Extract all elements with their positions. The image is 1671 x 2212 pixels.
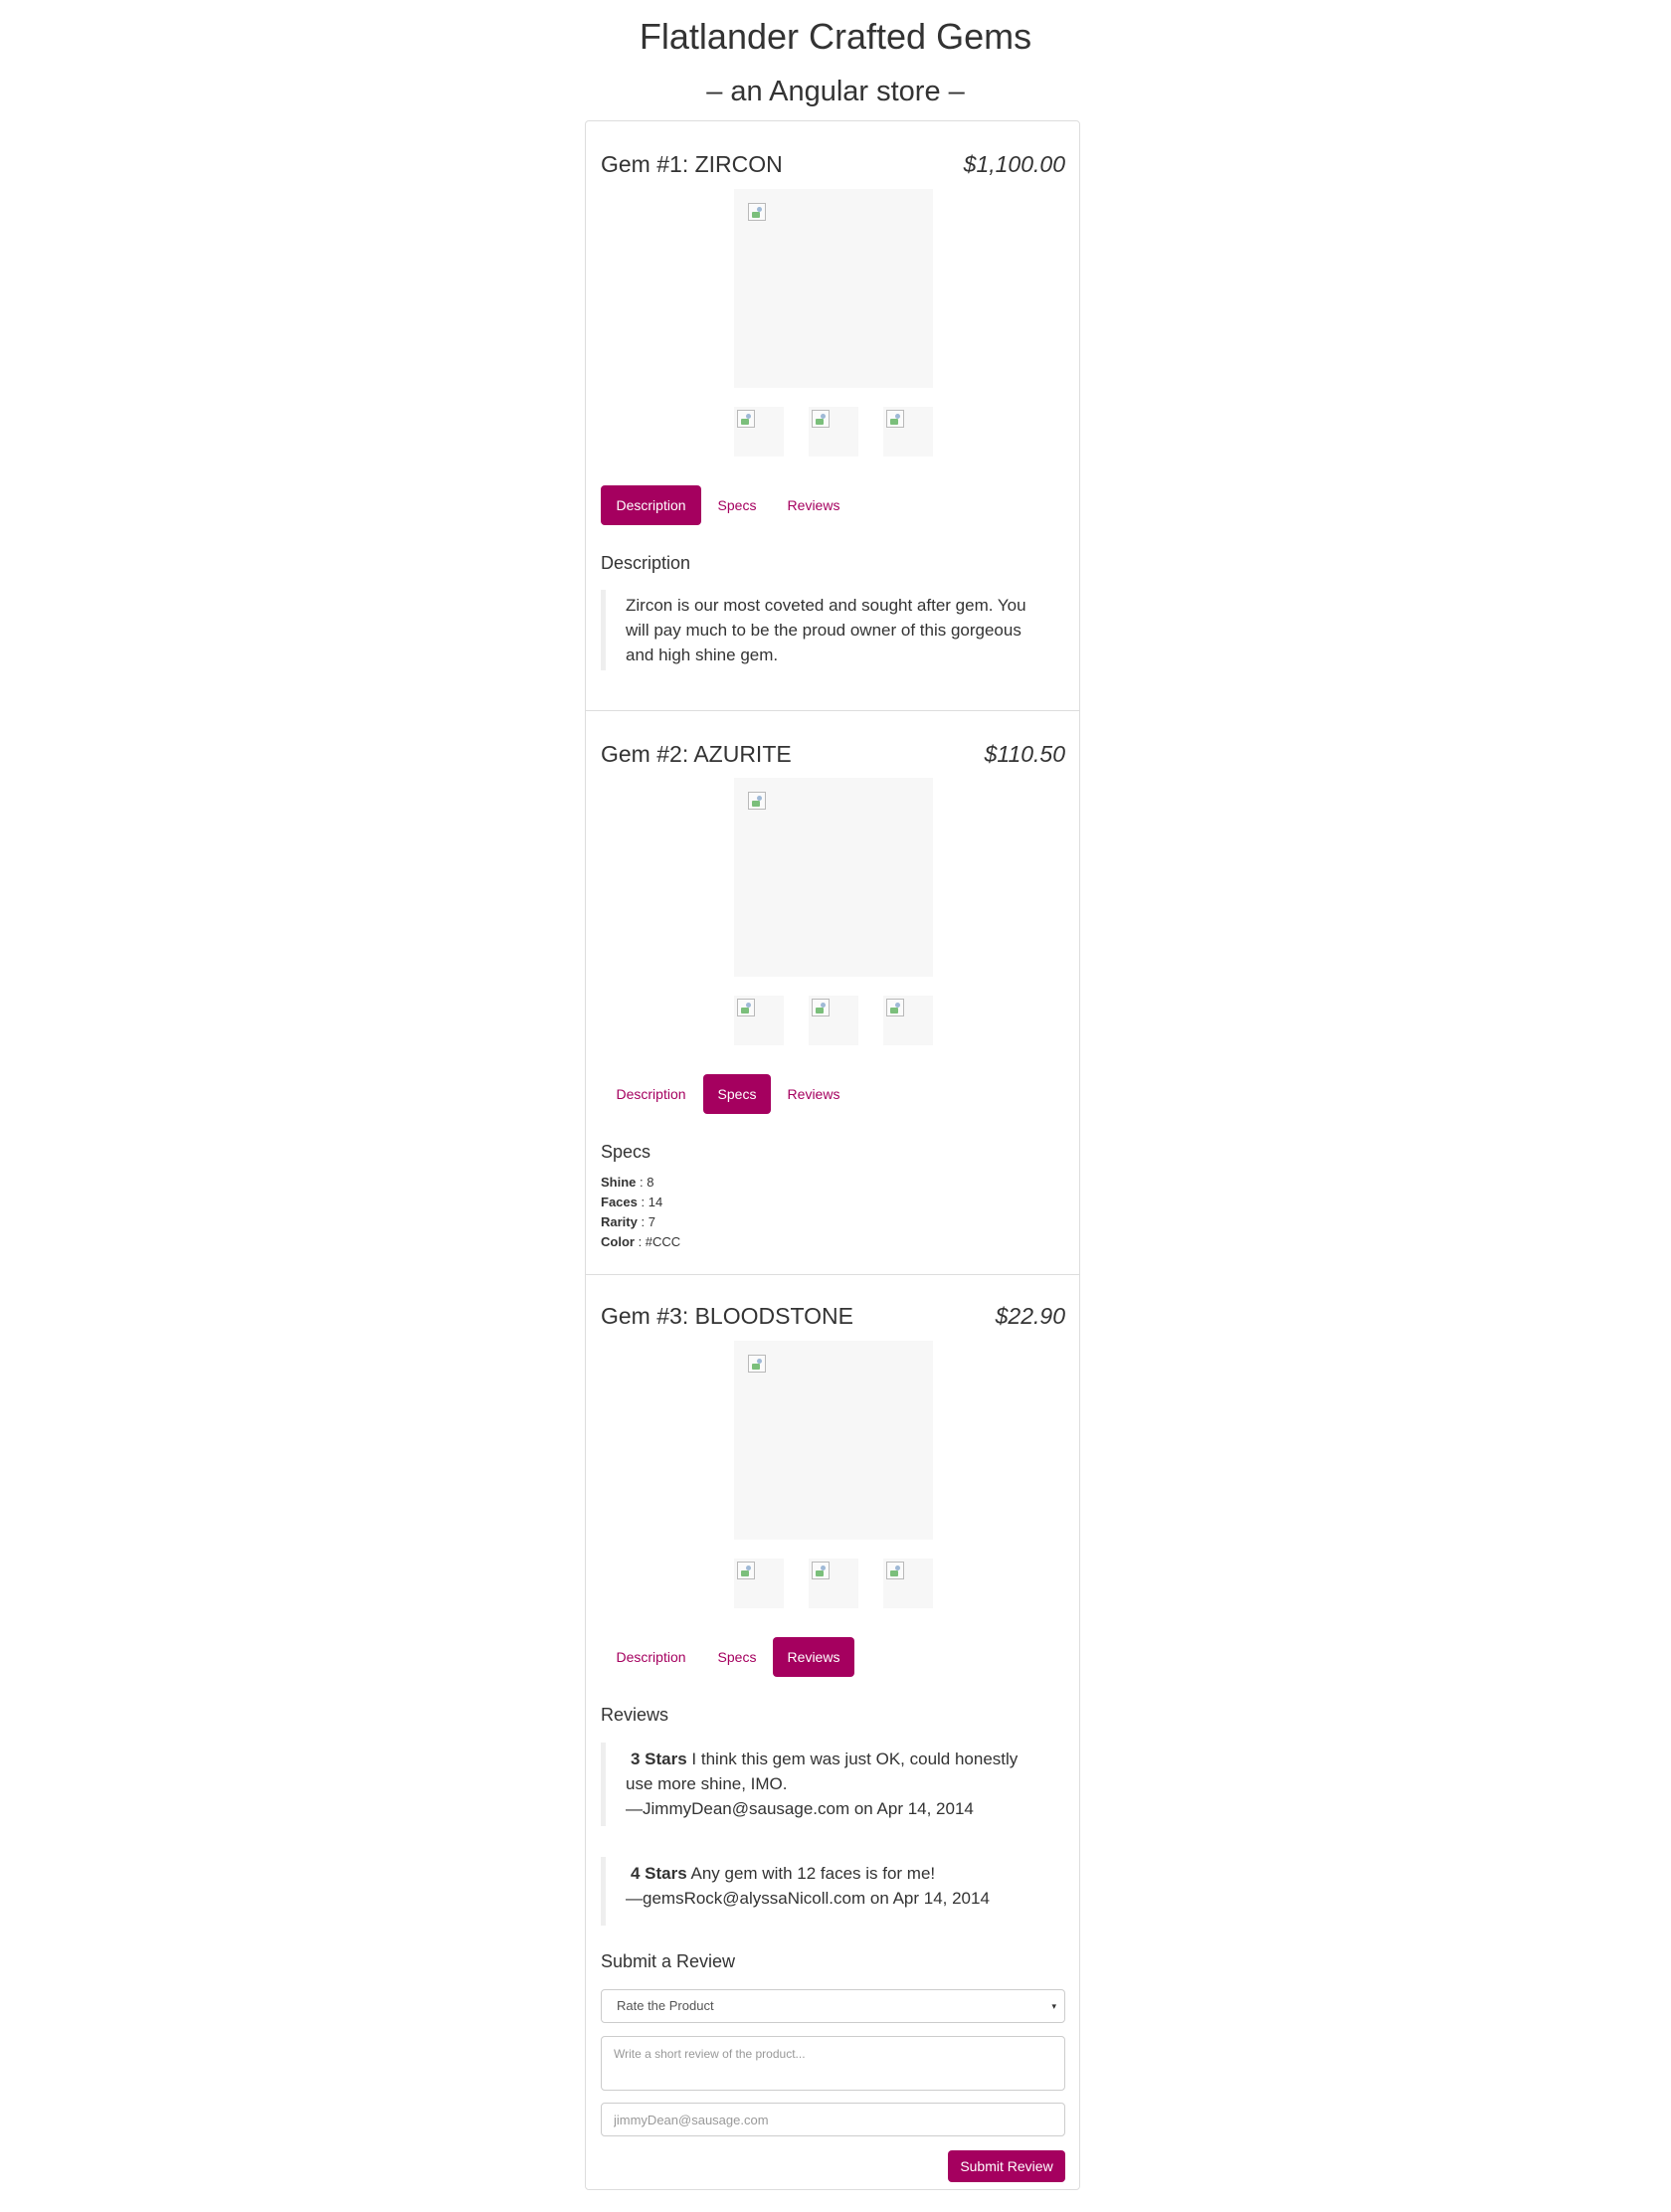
review-form-heading: Submit a Review — [601, 1951, 736, 1971]
review-item: 4 Stars Any gem with 12 faces is for me!… — [601, 1857, 1038, 1926]
product-title: Gem #2: AZURITE — [601, 741, 792, 767]
gallery-thumbnail[interactable] — [883, 407, 933, 457]
gallery-main-image — [734, 778, 933, 977]
gallery-thumbnail[interactable] — [883, 1559, 933, 1608]
submit-review-button[interactable]: Submit Review — [948, 2150, 1065, 2182]
rating-select-value: Rate the Product — [617, 1998, 714, 2013]
gallery-thumbnail[interactable] — [734, 407, 784, 457]
tab-description[interactable]: Description — [601, 485, 701, 525]
spec-label: Rarity — [601, 1214, 638, 1229]
email-field[interactable] — [601, 2103, 1065, 2136]
gallery-main-image — [734, 189, 933, 388]
broken-image-icon — [737, 1562, 755, 1579]
review-byline: —gemsRock@alyssaNicoll.com on Apr 14, 20… — [626, 1889, 990, 1908]
product-price: $1,100.00 — [963, 151, 1065, 177]
specs-list: Shine : 8 Faces : 14 Rarity : 7 Color : … — [601, 1173, 680, 1252]
broken-image-icon — [748, 1355, 766, 1373]
gallery-thumbnail[interactable] — [809, 407, 858, 457]
review-body-field[interactable] — [601, 2036, 1065, 2091]
spec-label: Shine — [601, 1175, 637, 1190]
spec-row: Rarity : 7 — [601, 1212, 680, 1232]
broken-image-icon — [812, 1562, 830, 1579]
broken-image-icon — [748, 203, 766, 221]
site-subtitle: – an Angular store – — [706, 76, 965, 107]
spec-value: : 7 — [637, 1214, 655, 1229]
section-heading: Specs — [601, 1142, 651, 1162]
product-bloodstone: Gem #3: BLOODSTONE $22.90 Description Sp… — [586, 1274, 1079, 2190]
tab-specs[interactable]: Specs — [703, 1074, 771, 1114]
broken-image-icon — [812, 999, 830, 1016]
review-stars: 4 Stars — [631, 1864, 687, 1883]
tab-specs[interactable]: Specs — [703, 485, 771, 525]
product-title: Gem #3: BLOODSTONE — [601, 1303, 853, 1329]
broken-image-icon — [812, 410, 830, 428]
site-title: Flatlander Crafted Gems — [639, 16, 1032, 57]
broken-image-icon — [737, 999, 755, 1016]
review-byline: —JimmyDean@sausage.com on Apr 14, 2014 — [626, 1799, 974, 1818]
section-heading: Description — [601, 553, 691, 573]
review-item: 3 Stars I think this gem was just OK, co… — [601, 1743, 1038, 1826]
product-price: $110.50 — [984, 741, 1065, 767]
product-azurite: Gem #2: AZURITE $110.50 Description Spec… — [586, 710, 1079, 1274]
gallery-thumbnail[interactable] — [883, 996, 933, 1045]
product-title: Gem #1: ZIRCON — [601, 151, 783, 177]
tab-reviews[interactable]: Reviews — [773, 485, 854, 525]
tab-reviews[interactable]: Reviews — [773, 1074, 854, 1114]
tab-description[interactable]: Description — [601, 1074, 701, 1114]
tab-description[interactable]: Description — [601, 1637, 701, 1677]
tab-specs[interactable]: Specs — [703, 1637, 771, 1677]
description-quote: Zircon is our most coveted and sought af… — [601, 590, 1038, 670]
spec-row: Faces : 14 — [601, 1193, 680, 1212]
gallery-thumbnail[interactable] — [809, 1559, 858, 1608]
spec-value: : 8 — [636, 1175, 654, 1190]
product-list: Gem #1: ZIRCON $1,100.00 Description Spe… — [585, 120, 1080, 2190]
chevron-down-icon: ▾ — [1051, 2001, 1056, 2011]
review-stars: 3 Stars — [631, 1750, 687, 1768]
broken-image-icon — [748, 792, 766, 810]
gallery-thumbnail[interactable] — [734, 1559, 784, 1608]
product-zircon: Gem #1: ZIRCON $1,100.00 Description Spe… — [586, 121, 1079, 710]
review-body: Any gem with 12 faces is for me! — [686, 1864, 936, 1883]
rating-select[interactable]: Rate the Product ▾ — [601, 1989, 1065, 2023]
broken-image-icon — [886, 410, 904, 428]
spec-row: Shine : 8 — [601, 1173, 680, 1193]
spec-label: Faces — [601, 1195, 638, 1209]
spec-value: : #CCC — [634, 1234, 681, 1249]
gallery-thumbnail[interactable] — [734, 996, 784, 1045]
spec-label: Color — [601, 1234, 635, 1249]
gallery-thumbnail[interactable] — [809, 996, 858, 1045]
tab-reviews[interactable]: Reviews — [773, 1637, 854, 1677]
gallery-main-image — [734, 1341, 933, 1540]
product-price: $22.90 — [995, 1303, 1065, 1329]
spec-value: : 14 — [637, 1195, 663, 1209]
spec-row: Color : #CCC — [601, 1232, 680, 1252]
section-heading: Reviews — [601, 1705, 669, 1725]
broken-image-icon — [886, 999, 904, 1016]
broken-image-icon — [737, 410, 755, 428]
broken-image-icon — [886, 1562, 904, 1579]
